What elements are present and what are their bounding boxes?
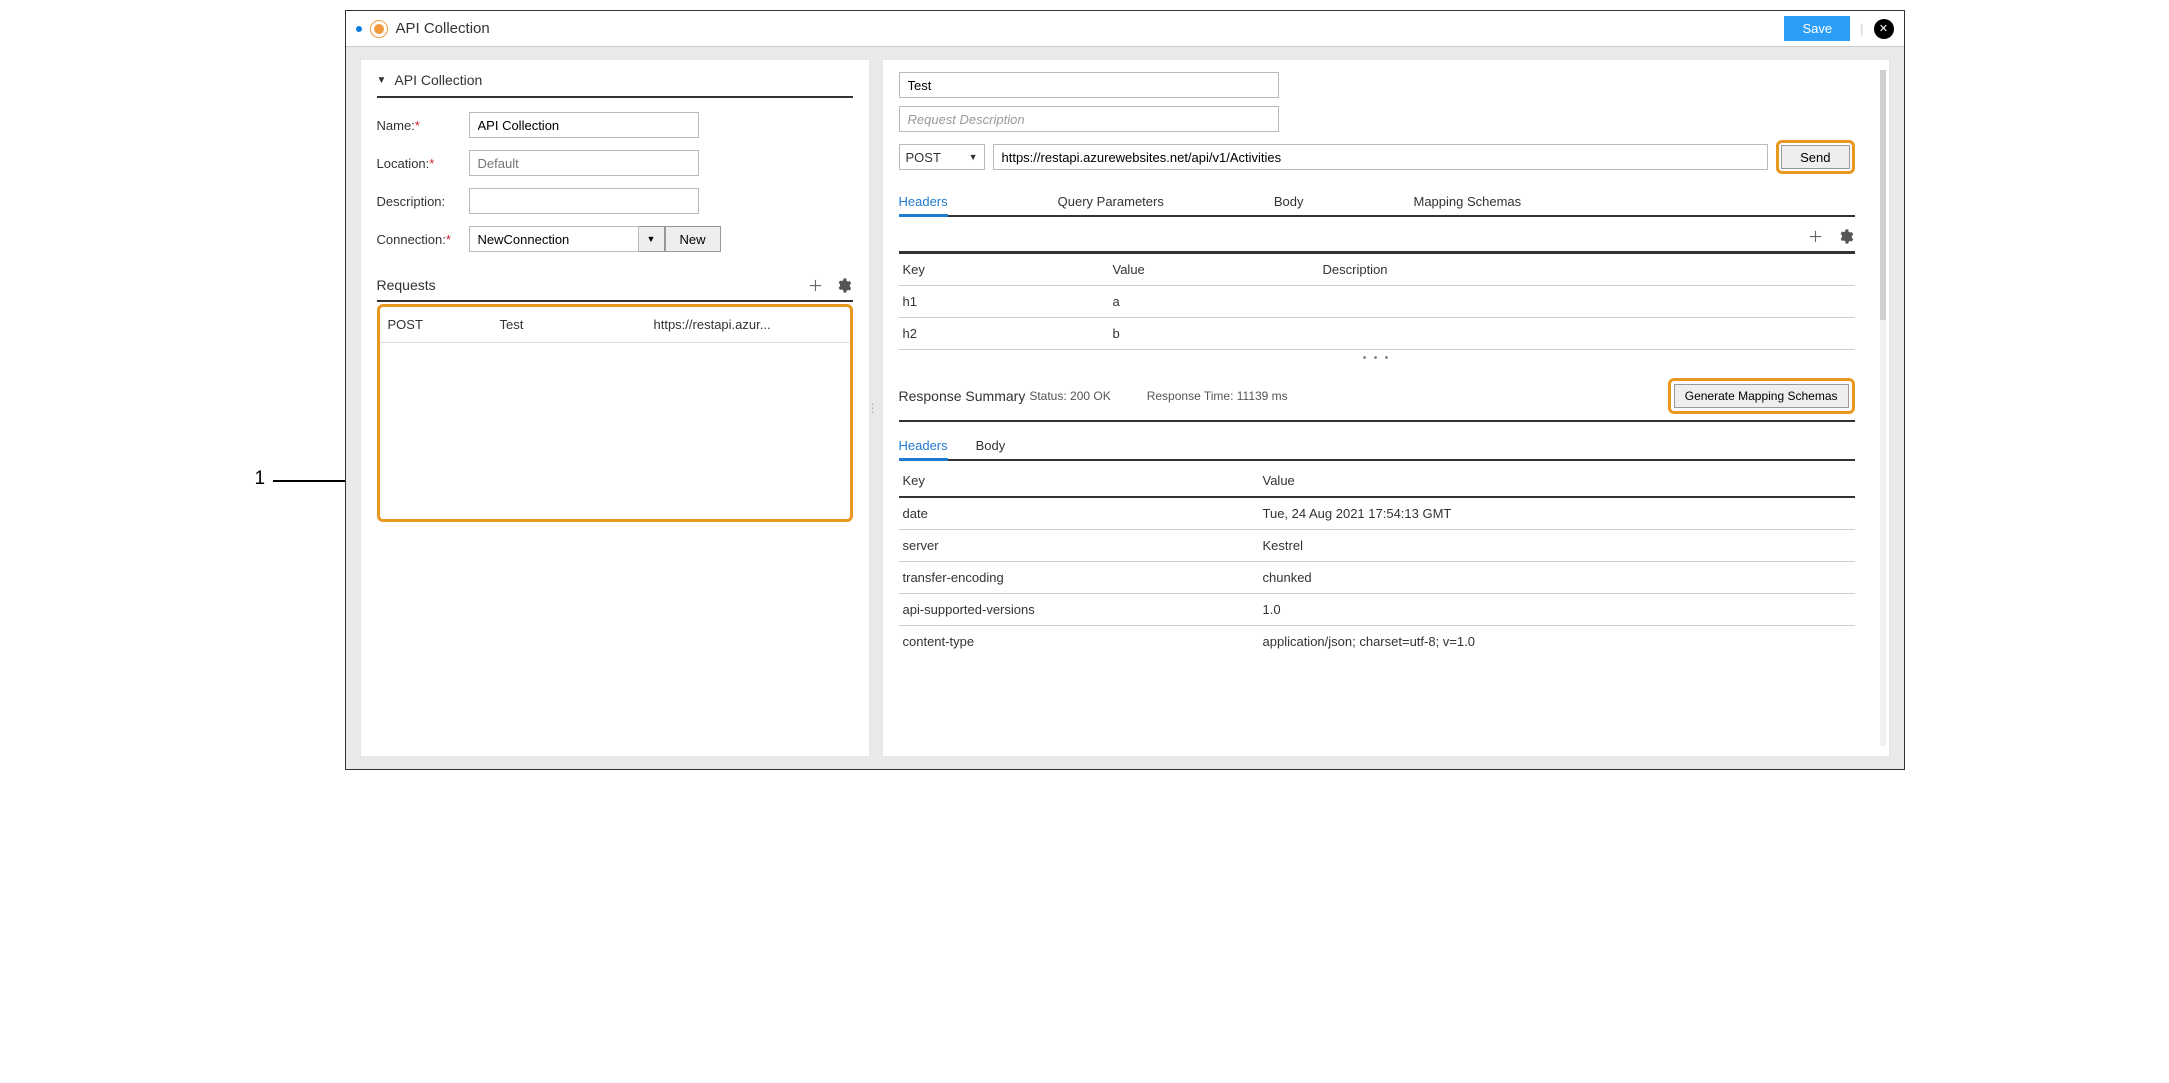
header-key: h1 — [903, 294, 1113, 309]
window-title: API Collection — [396, 20, 490, 37]
header-value: b — [1113, 326, 1323, 341]
generate-mapping-schemas-button[interactable]: Generate Mapping Schemas — [1674, 384, 1849, 408]
resp-value: 1.0 — [1263, 602, 1851, 617]
location-input[interactable] — [469, 150, 699, 176]
resp-key: content-type — [903, 634, 1263, 649]
collapse-toggle-icon[interactable]: ▼ — [377, 75, 387, 86]
response-header-row: transfer-encoding chunked — [899, 562, 1855, 594]
request-name-input[interactable] — [899, 72, 1279, 98]
resp-key: api-supported-versions — [903, 602, 1263, 617]
response-tabs: Headers Body — [899, 432, 1855, 461]
name-input[interactable] — [469, 112, 699, 138]
app-window: API Collection Save | ✕ ▼ API Collection… — [345, 10, 1905, 770]
response-summary-title: Response Summary — [899, 388, 1026, 404]
new-connection-button[interactable]: New — [665, 226, 721, 252]
response-header-row: server Kestrel — [899, 530, 1855, 562]
resp-col-value: Value — [1263, 473, 1851, 488]
request-name: Test — [500, 317, 654, 332]
http-method-value: POST — [906, 150, 941, 165]
col-description: Description — [1323, 262, 1851, 277]
header-desc — [1323, 326, 1851, 341]
settings-icon[interactable] — [835, 276, 853, 294]
connection-input[interactable] — [469, 226, 639, 252]
header-desc — [1323, 294, 1851, 309]
response-header-row: content-type application/json; charset=u… — [899, 626, 1855, 657]
modified-indicator-icon — [356, 26, 362, 32]
tab-response-body[interactable]: Body — [976, 432, 1006, 459]
headers-settings-icon[interactable] — [1837, 227, 1855, 245]
response-time: Response Time: 11139 ms — [1147, 389, 1288, 403]
connection-dropdown-button[interactable]: ▼ — [639, 226, 665, 252]
request-row[interactable]: POST Test https://restapi.azur... — [380, 307, 850, 343]
request-url: https://restapi.azur... — [654, 317, 842, 332]
headers-table-header: Key Value Description — [899, 254, 1855, 286]
close-button[interactable]: ✕ — [1874, 19, 1894, 39]
request-description-input[interactable] — [899, 106, 1279, 132]
right-panel: POST ▼ Send Headers Query Parameters Bod… — [882, 59, 1890, 757]
send-button[interactable]: Send — [1781, 145, 1849, 169]
col-value: Value — [1113, 262, 1323, 277]
tab-body[interactable]: Body — [1274, 188, 1304, 215]
header-row[interactable]: h1 a — [899, 286, 1855, 318]
tab-response-headers[interactable]: Headers — [899, 432, 948, 459]
scrollbar-thumb[interactable] — [1880, 70, 1886, 320]
title-bar: API Collection Save | ✕ — [346, 11, 1904, 47]
resp-key: date — [903, 506, 1263, 521]
resp-value: Tue, 24 Aug 2021 17:54:13 GMT — [1263, 506, 1851, 521]
tab-mapping-schemas[interactable]: Mapping Schemas — [1413, 188, 1521, 215]
resp-col-key: Key — [903, 473, 1263, 488]
resp-key: server — [903, 538, 1263, 553]
header-key: h2 — [903, 326, 1113, 341]
chevron-down-icon: ▼ — [969, 152, 978, 162]
col-key: Key — [903, 262, 1113, 277]
save-button[interactable]: Save — [1784, 16, 1850, 41]
connection-label: Connection: — [377, 232, 446, 247]
url-input[interactable] — [993, 144, 1769, 170]
resp-value: chunked — [1263, 570, 1851, 585]
response-header-row: date Tue, 24 Aug 2021 17:54:13 GMT — [899, 498, 1855, 530]
resp-key: transfer-encoding — [903, 570, 1263, 585]
requests-title: Requests — [377, 277, 436, 293]
header-value: a — [1113, 294, 1323, 309]
panel-splitter[interactable]: ⋮ — [870, 47, 876, 769]
header-row[interactable]: h2 b — [899, 318, 1855, 350]
app-logo-icon — [370, 20, 388, 38]
description-label: Description: — [377, 194, 469, 209]
annotation-1: 1 — [255, 468, 266, 489]
ellipsis-icon[interactable]: • • • — [899, 350, 1855, 372]
tab-query-parameters[interactable]: Query Parameters — [1058, 188, 1164, 215]
request-tabs: Headers Query Parameters Body Mapping Sc… — [899, 188, 1855, 217]
name-label: Name: — [377, 118, 415, 133]
add-header-icon[interactable] — [1807, 227, 1825, 245]
resp-value: application/json; charset=utf-8; v=1.0 — [1263, 634, 1851, 649]
location-label: Location: — [377, 156, 430, 171]
add-request-icon[interactable] — [807, 276, 825, 294]
description-input[interactable] — [469, 188, 699, 214]
http-method-select[interactable]: POST ▼ — [899, 144, 985, 170]
tab-headers[interactable]: Headers — [899, 188, 948, 215]
left-panel: ▼ API Collection Name:* Location:* Descr… — [360, 59, 870, 757]
response-status: Status: 200 OK — [1029, 389, 1110, 403]
response-header-row: api-supported-versions 1.0 — [899, 594, 1855, 626]
resp-value: Kestrel — [1263, 538, 1851, 553]
section-title: API Collection — [394, 72, 482, 88]
response-headers-header: Key Value — [899, 465, 1855, 498]
requests-list: POST Test https://restapi.azur... — [377, 304, 853, 522]
request-method: POST — [388, 317, 500, 332]
